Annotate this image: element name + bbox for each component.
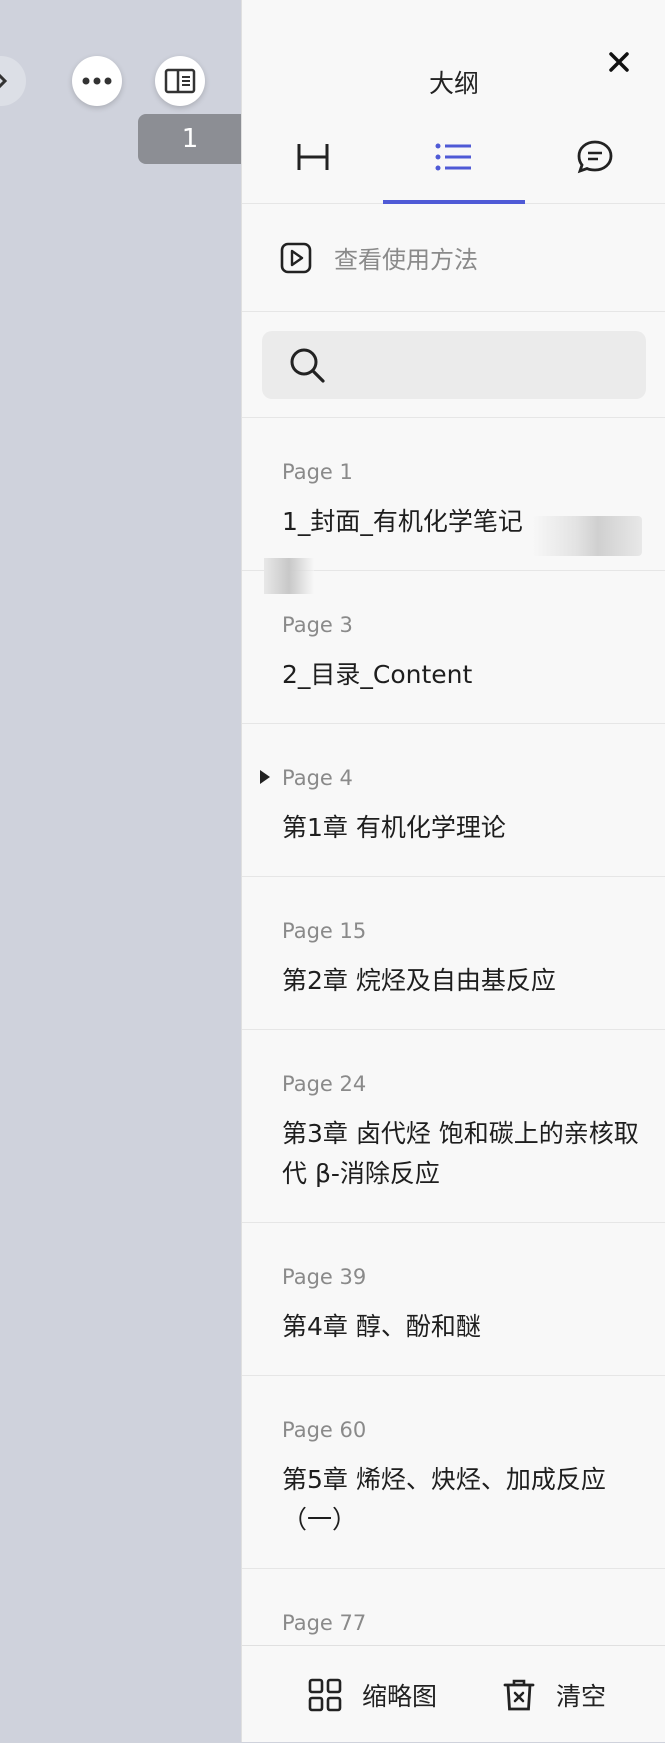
clear-label: 清空 (556, 1681, 607, 1711)
bookmark-bracket-icon (297, 144, 328, 170)
outline-title: 第4章 醇、酚和醚 (282, 1312, 481, 1341)
search-icon (290, 348, 325, 383)
outline-item[interactable]: Page 3 2_目录_Content (242, 571, 665, 724)
how-to-use-label: 查看使用方法 (334, 246, 478, 274)
how-to-use-link[interactable]: 查看使用方法 (242, 204, 665, 312)
grid-icon (308, 1678, 342, 1711)
panel-tabs (242, 110, 665, 204)
tab-bookmarks[interactable] (242, 110, 383, 204)
outline-item[interactable]: Page 15 第2章 烷烃及自由基反应 (242, 877, 665, 1030)
outline-page-number: Page 24 (282, 1072, 367, 1096)
search-input[interactable] (326, 331, 646, 399)
outline-page-number: Page 60 (282, 1418, 367, 1442)
reader-mode-button[interactable] (155, 56, 205, 106)
search-box[interactable] (262, 331, 646, 399)
clear-button[interactable]: 清空 (502, 1646, 606, 1743)
outline-title: 2_目录_Content (282, 660, 473, 689)
outline-item[interactable]: Page 60 第5章 烯烃、炔烃、加成反应（一） (242, 1376, 665, 1569)
comment-icon (577, 140, 612, 174)
side-panel-icon (164, 68, 196, 94)
outline-page-number: Page 3 (282, 613, 353, 637)
close-icon (609, 52, 629, 72)
outline-title: 第5章 烯烃、炔烃、加成反应（一） (282, 1465, 606, 1534)
arrow-icon (0, 73, 8, 89)
bottom-toolbar: 缩略图 清空 (242, 1645, 665, 1742)
thumbnails-button[interactable]: 缩略图 (308, 1646, 437, 1743)
outline-list: Page 1 1_封面_有机化学笔记 Page 3 2_目录_Content P… (242, 418, 665, 1682)
outline-page-number: Page 77 (282, 1611, 367, 1635)
outline-list-icon (435, 143, 471, 171)
outline-item[interactable]: Page 39 第4章 醇、酚和醚 (242, 1223, 665, 1376)
outline-item[interactable]: Page 4 第1章 有机化学理论 (242, 724, 665, 877)
trash-icon (503, 1679, 535, 1710)
current-page-badge: 1 (138, 114, 241, 164)
ellipsis-icon (82, 77, 112, 85)
play-video-icon (280, 242, 312, 273)
outline-page-number: Page 15 (282, 919, 367, 943)
document-view[interactable]: 1 (0, 0, 241, 1742)
back-button[interactable] (0, 56, 26, 106)
expand-arrow-icon[interactable] (260, 770, 270, 784)
panel-title: 大纲 (428, 69, 479, 98)
search-area (242, 312, 665, 418)
close-button[interactable] (603, 46, 635, 78)
outline-item[interactable]: Page 24 第3章 卤代烃 饱和碳上的亲核取代 β-消除反应 (242, 1030, 665, 1223)
outline-title: 第2章 烷烃及自由基反应 (282, 966, 556, 995)
more-options-button[interactable] (72, 56, 122, 106)
outline-item[interactable]: Page 1 1_封面_有机化学笔记 (242, 418, 665, 594)
outline-title: 第3章 卤代烃 饱和碳上的亲核取代 β-消除反应 (282, 1119, 639, 1188)
redaction-mask (532, 516, 642, 556)
tab-comments[interactable] (524, 110, 665, 204)
outline-page-number: Page 39 (282, 1265, 367, 1289)
tab-outline[interactable] (383, 110, 524, 204)
outline-title: 第1章 有机化学理论 (282, 813, 506, 842)
outline-page-number: Page 4 (282, 766, 353, 790)
thumbnails-label: 缩略图 (362, 1681, 438, 1711)
outline-panel: 大纲 查看使用方法 Page 1 1_封面_有机化学笔记 Page 3 2_目录… (241, 0, 665, 1742)
outline-page-number: Page 1 (282, 460, 353, 484)
